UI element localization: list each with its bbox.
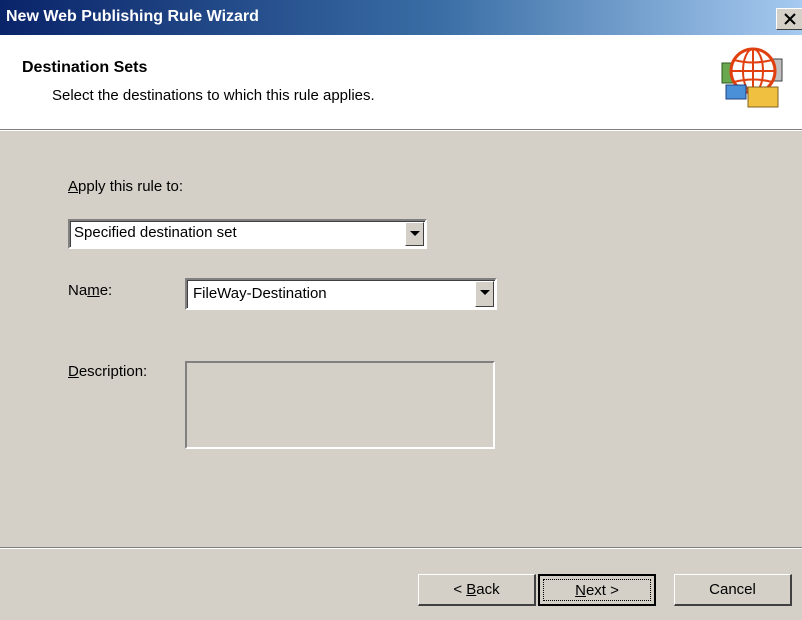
back-pre: < <box>453 581 467 598</box>
close-icon <box>784 13 796 25</box>
destination-name-select[interactable]: FileWay-Destination <box>185 278 497 310</box>
description-box <box>185 361 495 449</box>
next-post: ext > <box>585 582 619 599</box>
chevron-down-icon[interactable] <box>475 281 494 307</box>
next-button[interactable]: Next > <box>538 574 656 606</box>
chevron-down-icon[interactable] <box>405 222 424 246</box>
back-post: ack <box>476 581 500 598</box>
apply-accel: A <box>68 178 79 195</box>
page-title: Destination Sets <box>22 59 148 76</box>
name-pre: Na <box>68 282 88 299</box>
apply-rule-select[interactable]: Specified destination set <box>68 219 427 249</box>
back-accel: B <box>466 581 477 598</box>
apply-rule-value: Specified destination set <box>74 224 237 241</box>
close-button[interactable] <box>776 8 802 30</box>
description-accel: D <box>68 363 79 380</box>
apply-rule-label: Apply this rule to: <box>68 178 183 195</box>
cancel-button[interactable]: Cancel <box>674 574 792 606</box>
apply-rest: pply this rule to: <box>78 178 184 195</box>
wizard-header: Destination Sets Select the destinations… <box>0 35 802 131</box>
title-bar: New Web Publishing Rule Wizard <box>0 0 802 35</box>
page-subtitle: Select the destinations to which this ru… <box>52 87 375 104</box>
description-label: Description: <box>68 363 147 380</box>
back-button[interactable]: < Back <box>418 574 536 606</box>
footer-separator <box>0 547 802 549</box>
name-accel: m <box>87 282 100 299</box>
next-accel: N <box>575 582 586 599</box>
globe-wizard-icon <box>721 47 783 108</box>
destination-name-value: FileWay-Destination <box>193 285 327 302</box>
name-label: Name: <box>68 282 112 299</box>
name-post: e: <box>99 282 113 299</box>
description-rest: escription: <box>78 363 148 380</box>
cancel-label: Cancel <box>709 581 756 598</box>
window-title: New Web Publishing Rule Wizard <box>6 8 259 25</box>
